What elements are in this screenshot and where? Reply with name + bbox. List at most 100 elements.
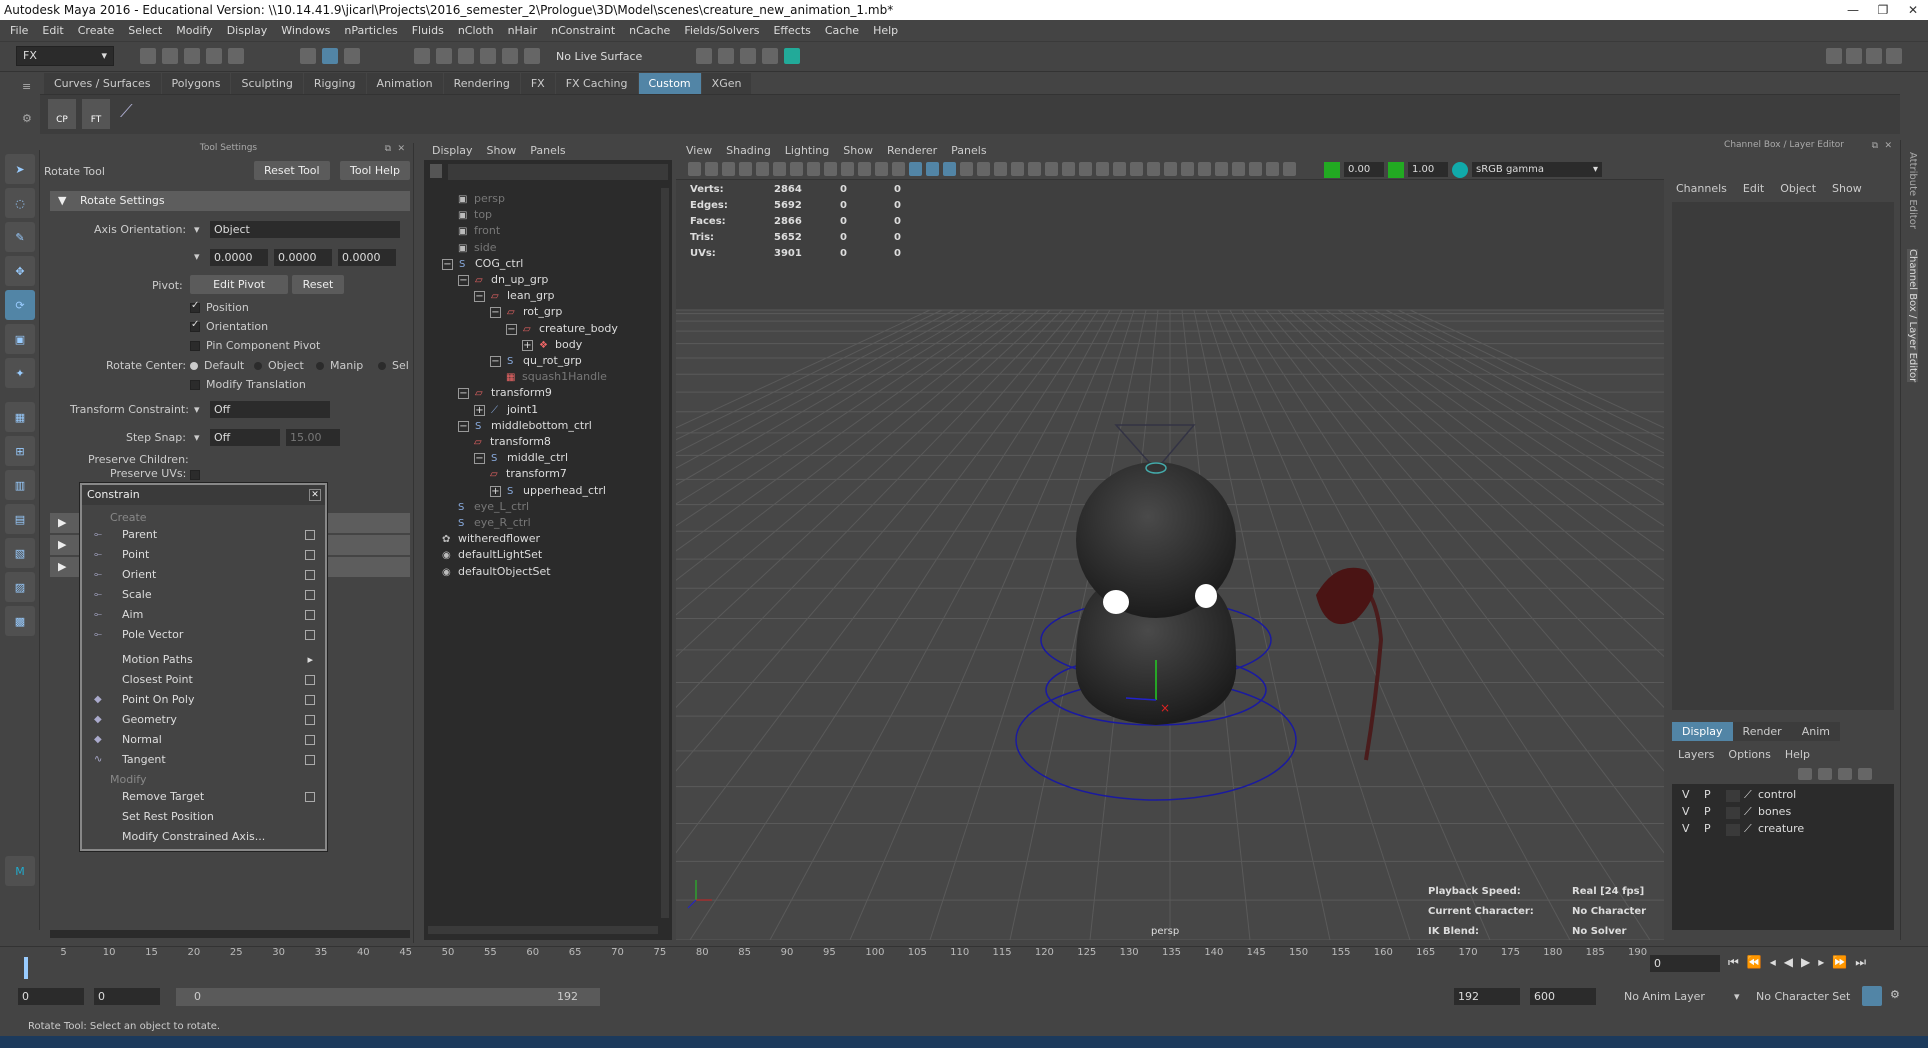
viewport-tool-icon[interactable] [1198, 162, 1211, 176]
radio-object[interactable] [254, 362, 262, 370]
expand-toggle-icon[interactable]: − [458, 275, 469, 286]
menu-item-geometry[interactable]: ◆ Geometry [84, 710, 323, 730]
menu-nparticles[interactable]: nParticles [344, 24, 397, 37]
viewport-tool-icon[interactable] [739, 162, 752, 176]
outliner-search-input[interactable] [448, 164, 668, 180]
lasso-tool-icon[interactable]: ◌ [5, 188, 35, 218]
rotate-settings-section[interactable]: ▼ Rotate Settings [50, 191, 410, 211]
layer-row[interactable]: V P ⟋ bones [1678, 805, 1888, 821]
expand-toggle-icon[interactable]: − [458, 420, 469, 432]
viewport-menu-lighting[interactable]: Lighting [785, 144, 829, 157]
axis-orientation-arrow-icon[interactable]: ▾ [194, 223, 200, 236]
four-pane-icon[interactable]: ⊞ [5, 436, 35, 466]
colorspace-dropdown[interactable]: sRGB gamma ▾ [1472, 162, 1602, 177]
select-tool-icon[interactable]: ➤ [5, 154, 35, 184]
render-frame-icon[interactable] [740, 48, 756, 64]
position-option[interactable]: Position [190, 300, 249, 314]
attribute-editor-tab[interactable]: Attribute Editor [1907, 152, 1918, 229]
play-back-icon[interactable]: ◀ [1784, 955, 1793, 970]
animation-start-field[interactable]: 0 [18, 988, 84, 1005]
stack-pane-icon[interactable]: ▤ [5, 504, 35, 534]
shelf-menu-icon[interactable]: ≡ [22, 80, 31, 93]
axis-orientation-dropdown[interactable]: Object [210, 221, 400, 238]
viewport-tool-icon[interactable] [1215, 162, 1228, 176]
gamma-field[interactable]: 1.00 [1408, 162, 1448, 177]
single-pane-icon[interactable]: ▦ [5, 402, 35, 432]
shelf-tab-xgen[interactable]: XGen [701, 73, 752, 94]
viewport-tool-icon[interactable] [1011, 162, 1024, 176]
joint-tool-icon[interactable]: ⟋ [120, 101, 144, 127]
rotate-center-manip[interactable]: Manip [316, 359, 363, 372]
viewport-tool-icon[interactable] [722, 162, 735, 176]
gamma-icon[interactable] [1388, 162, 1404, 178]
rotate-tool-icon[interactable]: ⟳ [5, 290, 35, 320]
snap-point-icon[interactable] [458, 48, 474, 64]
transform-constraint-arrow-icon[interactable]: ▾ [194, 403, 200, 416]
layer-color-swatch[interactable] [1726, 807, 1740, 819]
menu-select[interactable]: Select [128, 24, 162, 37]
viewport-tool-icon[interactable] [1062, 162, 1075, 176]
viewport-tool-icon[interactable] [977, 162, 990, 176]
animation-end-field[interactable]: 600 [1530, 988, 1596, 1005]
menu-cache[interactable]: Cache [825, 24, 859, 37]
modify-translation-option[interactable]: Modify Translation [190, 378, 306, 391]
viewport-tool-icon[interactable] [943, 162, 956, 176]
live-surface-label[interactable]: No Live Surface [556, 50, 642, 63]
axis-x-field[interactable]: 0.0000 [210, 249, 268, 266]
viewport-tool-icon[interactable] [688, 162, 701, 176]
constrain-header[interactable]: Constrain ✕ [82, 485, 325, 505]
scale-tool-icon[interactable]: ▣ [5, 324, 35, 354]
filter-icon[interactable] [430, 164, 442, 178]
playback-start-field[interactable]: 0 [94, 988, 160, 1005]
menu-item-set-rest-position[interactable]: Set Rest Position [84, 807, 323, 827]
option-box-icon[interactable] [305, 610, 315, 620]
expand-toggle-icon[interactable]: − [458, 388, 469, 400]
viewport-menu-panels[interactable]: Panels [951, 144, 986, 157]
menu-item-remove-target[interactable]: Remove Target [84, 787, 323, 807]
playback-end-field[interactable]: 192 [1454, 988, 1520, 1005]
shelf-button-ft[interactable]: FT [82, 99, 110, 129]
menu-create[interactable]: Create [78, 24, 115, 37]
current-time-indicator[interactable] [24, 957, 28, 979]
viewport-tool-icon[interactable] [1045, 162, 1058, 176]
layer-playback-toggle[interactable]: P [1704, 822, 1711, 835]
step-forward-key-icon[interactable]: ⏩ [1832, 955, 1847, 970]
layer-menu-help[interactable]: Help [1785, 748, 1810, 761]
ipr-render-icon[interactable] [762, 48, 778, 64]
eye-left[interactable] [1103, 590, 1129, 614]
viewport-tool-icon[interactable] [807, 162, 820, 176]
move-layer-up-icon[interactable] [1798, 768, 1812, 780]
layer-color-swatch[interactable] [1726, 824, 1740, 836]
exposure-field[interactable]: 0.00 [1344, 162, 1384, 177]
step-forward-frame-icon[interactable]: ▸ [1818, 955, 1824, 970]
viewport-menu-view[interactable]: View [686, 144, 712, 157]
render-settings-icon[interactable] [696, 48, 712, 64]
open-scene-icon[interactable] [162, 48, 178, 64]
viewport-tool-icon[interactable] [1181, 162, 1194, 176]
channel-box-tab[interactable]: Channel Box / Layer Editor [1907, 248, 1918, 383]
viewport-tool-icon[interactable] [1283, 162, 1296, 176]
move-tool-icon[interactable]: ✥ [5, 256, 35, 286]
expand-toggle-icon[interactable]: − [490, 356, 501, 367]
menu-effects[interactable]: Effects [773, 24, 810, 37]
viewport-tool-icon[interactable] [1130, 162, 1143, 176]
menu-item-closest-point[interactable]: Closest Point [84, 670, 323, 690]
option-box-icon[interactable] [305, 550, 315, 560]
eye-right[interactable] [1195, 584, 1217, 608]
layer-tab-anim[interactable]: Anim [1791, 722, 1840, 741]
outliner-menu-display[interactable]: Display [432, 144, 473, 157]
axis-y-field[interactable]: 0.0000 [274, 249, 332, 266]
redo-icon[interactable] [228, 48, 244, 64]
rotate-center-default[interactable]: Default [190, 359, 244, 372]
menu-item-aim[interactable]: ⟜ Aim [84, 605, 323, 625]
tool-settings-scrollbar[interactable] [50, 930, 410, 938]
viewport-tool-icon[interactable] [1113, 162, 1126, 176]
viewport-menu-shading[interactable]: Shading [726, 144, 771, 157]
orientation-checkbox[interactable] [190, 319, 200, 332]
expand-toggle-icon[interactable]: − [474, 453, 485, 465]
exposure-icon[interactable] [1324, 162, 1340, 178]
shelf-tab-rigging[interactable]: Rigging [303, 73, 366, 94]
viewport-tool-icon[interactable] [1249, 162, 1262, 176]
radio-default[interactable] [190, 362, 198, 370]
rotate-center-sel[interactable]: Sel [378, 359, 409, 372]
